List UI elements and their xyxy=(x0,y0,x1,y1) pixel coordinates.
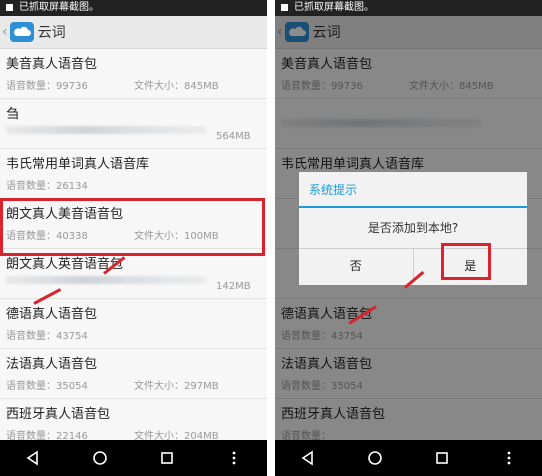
item-name: 法语真人语音包 xyxy=(6,357,98,372)
back-triangle-icon[interactable] xyxy=(25,450,41,466)
menu-dots-icon[interactable] xyxy=(501,450,517,466)
status-bar: 已抓取屏幕截图。 xyxy=(0,0,267,16)
count-label: 语音数量： xyxy=(6,381,56,392)
list-item[interactable]: 德语真人语音包语音数量：43754 xyxy=(0,299,267,349)
home-circle-icon[interactable] xyxy=(367,450,383,466)
count-value: 43754 xyxy=(56,331,88,342)
list-item[interactable]: 韦氏常用单词真人语音库语音数量：26134 xyxy=(0,149,267,199)
app-bar: ‹ 云词 xyxy=(0,16,267,49)
phone-screen-right: 已抓取屏幕截图。 ‹ 云词 美音真人语音包 语音数量：99736 文件大小：845M… xyxy=(275,0,542,476)
nav-bar xyxy=(0,440,267,476)
system-dialog: 系统提示 是否添加到本地? 否 是 xyxy=(299,172,527,285)
size-label: 文件大小： xyxy=(134,431,184,440)
screenshot-notification-icon xyxy=(6,4,13,11)
item-name: 刍 xyxy=(6,107,20,122)
recents-square-icon[interactable] xyxy=(434,450,450,466)
phone-screen-left: 已抓取屏幕截图。 ‹ 云词 美音真人语音包 语音数量：99736 文件大小：845M… xyxy=(0,0,267,476)
recents-square-icon[interactable] xyxy=(159,450,175,466)
back-triangle-icon[interactable] xyxy=(300,450,316,466)
size-label: 文件大小： xyxy=(134,381,184,392)
status-bar: 已抓取屏幕截图。 xyxy=(275,0,542,16)
back-chevron-icon[interactable]: ‹ xyxy=(2,24,8,40)
highlight-box xyxy=(0,198,265,256)
count-value: 22146 xyxy=(56,431,88,440)
list-item[interactable]: 西班牙真人语音包语音数量：22146 文件大小：204MB xyxy=(0,399,267,440)
screenshot-composite: 已抓取屏幕截图。 ‹ 云词 美音真人语音包 语音数量：99736 文件大小：845M… xyxy=(0,0,542,476)
count-label: 语音数量： xyxy=(6,181,56,192)
size-value: 845MB xyxy=(184,81,219,92)
cloud-icon xyxy=(9,22,34,42)
status-text: 已抓取屏幕截图。 xyxy=(19,2,99,13)
no-button[interactable]: 否 xyxy=(299,249,413,283)
list-item[interactable]: 美音真人语音包语音数量：99736 文件大小：845MB xyxy=(0,49,267,99)
count-value: 26134 xyxy=(56,181,88,192)
count-value: 35054 xyxy=(56,381,88,392)
app-title: 云词 xyxy=(37,25,66,41)
item-name: 西班牙真人语音包 xyxy=(6,407,111,422)
size-value: 142MB xyxy=(216,281,251,292)
list-item[interactable]: 法语真人语音包语音数量：35054 文件大小：297MB xyxy=(0,349,267,399)
list-item[interactable]: 刍 564MB xyxy=(0,99,267,149)
count-label: 语音数量： xyxy=(6,331,56,342)
size-value: 564MB xyxy=(216,131,251,142)
list-item[interactable]: 朗文真人英音语音包 142MB xyxy=(0,249,267,299)
count-value: 99736 xyxy=(56,81,88,92)
item-name: 朗文真人英音语音包 xyxy=(6,257,124,272)
size-value: 204MB xyxy=(184,431,219,440)
item-name: 韦氏常用单词真人语音库 xyxy=(6,157,150,172)
nav-bar xyxy=(275,440,542,476)
status-text: 已抓取屏幕截图。 xyxy=(294,2,374,13)
size-value: 297MB xyxy=(184,381,219,392)
count-label: 语音数量： xyxy=(6,431,56,440)
dialog-message: 是否添加到本地? xyxy=(367,221,459,235)
screenshot-notification-icon xyxy=(281,4,288,11)
home-circle-icon[interactable] xyxy=(92,450,108,466)
count-label: 语音数量： xyxy=(6,81,56,92)
item-name: 美音真人语音包 xyxy=(6,57,98,72)
dialog-title: 系统提示 xyxy=(299,172,527,208)
highlight-box xyxy=(441,243,491,280)
size-label: 文件大小： xyxy=(134,81,184,92)
item-name: 德语真人语音包 xyxy=(6,307,98,322)
menu-dots-icon[interactable] xyxy=(226,450,242,466)
